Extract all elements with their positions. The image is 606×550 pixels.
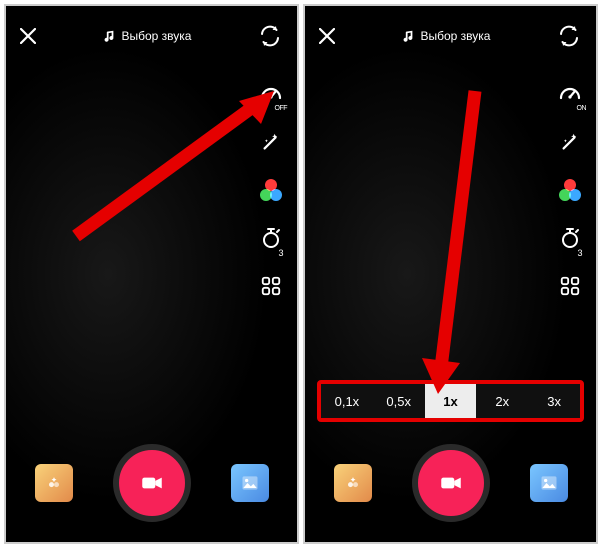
- timer-tool[interactable]: 3: [257, 224, 285, 252]
- effects-button[interactable]: [334, 464, 372, 502]
- music-note-icon: [401, 29, 415, 43]
- filters-tool[interactable]: [257, 176, 285, 204]
- bottom-bar: [6, 424, 297, 542]
- gallery-button[interactable]: [530, 464, 568, 502]
- beauty-tool[interactable]: [556, 128, 584, 156]
- annotation-arrow-left: [66, 86, 286, 246]
- annotation-arrow-right: [420, 86, 500, 406]
- filters-tool[interactable]: [556, 176, 584, 204]
- speed-option-1[interactable]: 0,5x: [373, 384, 425, 418]
- speed-tool[interactable]: OFF: [257, 80, 285, 108]
- screen-before: Выбор звука OFF 3: [4, 4, 299, 544]
- close-button[interactable]: [20, 28, 36, 44]
- flip-camera-button[interactable]: [556, 23, 582, 49]
- sound-picker[interactable]: Выбор звука: [102, 29, 192, 43]
- speed-option-0[interactable]: 0,1x: [321, 384, 373, 418]
- effects-icon: [44, 473, 64, 493]
- timer-sub: 3: [577, 248, 582, 258]
- comparison-wrap: Выбор звука OFF 3: [4, 4, 602, 544]
- flip-camera-button[interactable]: [257, 23, 283, 49]
- speed-option-2[interactable]: 1x: [425, 384, 477, 418]
- more-tool[interactable]: [556, 272, 584, 300]
- timer-icon: [259, 226, 283, 250]
- flip-icon: [557, 24, 581, 48]
- grid-icon: [559, 275, 581, 297]
- sound-label: Выбор звука: [421, 29, 491, 43]
- timer-icon: [558, 226, 582, 250]
- gallery-icon: [539, 473, 559, 493]
- speed-bar: 0,1x 0,5x 1x 2x 3x: [317, 380, 584, 422]
- filters-icon: [260, 179, 282, 201]
- flip-icon: [258, 24, 282, 48]
- speedometer-icon: [558, 82, 582, 106]
- speed-sub-on: ON: [577, 105, 587, 112]
- close-button[interactable]: [319, 28, 335, 44]
- bottom-bar: [305, 424, 596, 542]
- gallery-icon: [240, 473, 260, 493]
- tool-column: OFF 3: [257, 80, 285, 300]
- camera-icon: [139, 470, 165, 496]
- sound-label: Выбор звука: [122, 29, 192, 43]
- record-button[interactable]: [412, 444, 490, 522]
- speed-tool[interactable]: ON: [556, 80, 584, 108]
- timer-tool[interactable]: 3: [556, 224, 584, 252]
- record-button[interactable]: [113, 444, 191, 522]
- wand-icon: [559, 131, 581, 153]
- close-icon: [319, 28, 335, 44]
- speedometer-icon: [259, 82, 283, 106]
- speed-sub-off: OFF: [275, 105, 288, 112]
- sound-picker[interactable]: Выбор звука: [401, 29, 491, 43]
- effects-icon: [343, 473, 363, 493]
- timer-sub: 3: [278, 248, 283, 258]
- music-note-icon: [102, 29, 116, 43]
- speed-option-4[interactable]: 3x: [528, 384, 580, 418]
- wand-icon: [260, 131, 282, 153]
- tool-column: ON 3: [556, 80, 584, 300]
- speed-option-3[interactable]: 2x: [476, 384, 528, 418]
- effects-button[interactable]: [35, 464, 73, 502]
- more-tool[interactable]: [257, 272, 285, 300]
- grid-icon: [260, 275, 282, 297]
- topbar: Выбор звука: [305, 6, 596, 66]
- filters-icon: [559, 179, 581, 201]
- close-icon: [20, 28, 36, 44]
- gallery-button[interactable]: [231, 464, 269, 502]
- camera-icon: [438, 470, 464, 496]
- topbar: Выбор звука: [6, 6, 297, 66]
- screen-after: Выбор звука ON 3: [303, 4, 598, 544]
- beauty-tool[interactable]: [257, 128, 285, 156]
